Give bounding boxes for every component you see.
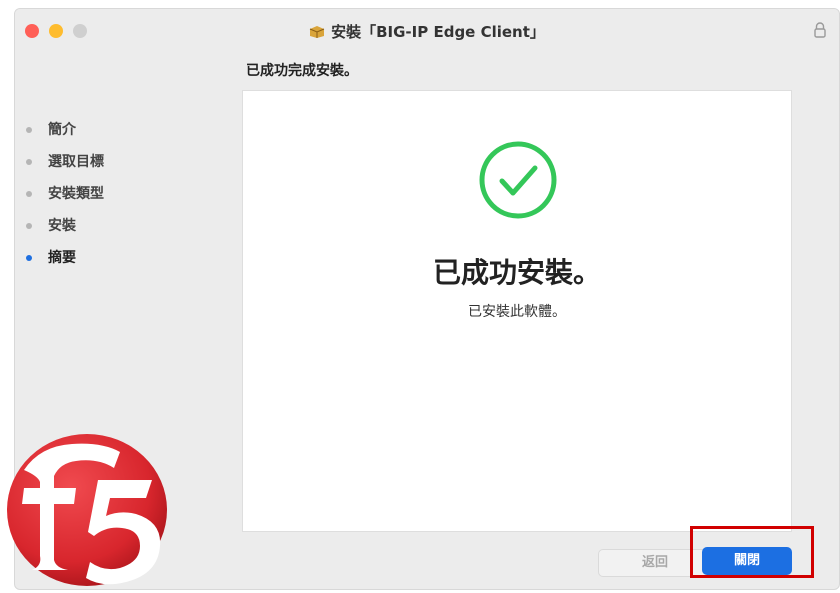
step-install-type: 安裝類型	[22, 178, 104, 210]
title-bar: 安裝「BIG-IP Edge Client」	[15, 9, 839, 55]
step-intro: 簡介	[22, 114, 104, 146]
step-summary: 摘要	[22, 242, 104, 274]
step-bullet-icon	[26, 223, 32, 229]
step-label: 摘要	[48, 250, 76, 266]
window-title-container: 安裝「BIG-IP Edge Client」	[15, 21, 839, 42]
step-active-bullet-icon	[26, 255, 32, 261]
step-label: 選取目標	[48, 154, 104, 170]
package-icon	[309, 26, 325, 38]
success-subtitle: 已安裝此軟體。	[468, 304, 566, 320]
f5-logo	[7, 434, 167, 586]
summary-panel: 已成功安裝。 已安裝此軟體。	[242, 90, 792, 532]
step-bullet-icon	[26, 159, 32, 165]
highlight-annotation	[690, 526, 814, 578]
window-title: 安裝「BIG-IP Edge Client」	[331, 23, 545, 41]
step-bullet-icon	[26, 191, 32, 197]
step-label: 簡介	[48, 122, 76, 138]
installer-steps: 簡介 選取目標 安裝類型 安裝 摘要	[22, 114, 104, 274]
step-bullet-icon	[26, 127, 32, 133]
step-label: 安裝	[48, 218, 76, 234]
step-install: 安裝	[22, 210, 104, 242]
step-select-destination: 選取目標	[22, 146, 104, 178]
checkmark-circle-icon	[479, 141, 557, 219]
lock-icon	[814, 22, 826, 38]
step-label: 安裝類型	[48, 186, 104, 202]
page-heading: 已成功完成安裝。	[246, 63, 358, 79]
success-title: 已成功安裝。	[432, 256, 601, 289]
